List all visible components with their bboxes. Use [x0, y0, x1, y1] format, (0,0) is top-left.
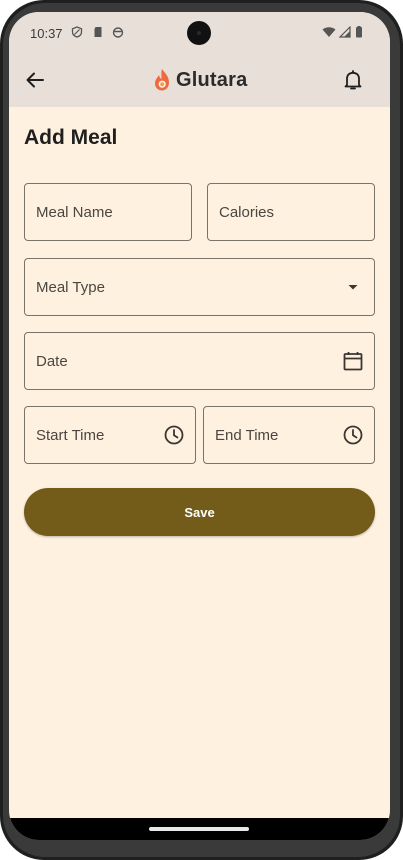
app-notification-icon	[112, 27, 124, 38]
clock-icon[interactable]	[341, 423, 365, 447]
system-navigation-bar	[9, 818, 390, 840]
end-time-field[interactable]: End Time	[203, 406, 375, 464]
flame-logo-icon	[155, 69, 169, 91]
meal-type-label: Meal Type	[36, 279, 105, 296]
save-button-label: Save	[184, 504, 215, 520]
device-frame: 10:37 Glutara Add Meal Meal Name Calorie…	[0, 0, 403, 860]
home-gesture-handle[interactable]	[149, 827, 249, 831]
calendar-icon[interactable]	[341, 349, 365, 373]
battery-icon	[356, 26, 362, 38]
save-button[interactable]: Save	[24, 488, 375, 536]
app-bar: Glutara	[9, 52, 390, 107]
screen: 10:37 Glutara Add Meal Meal Name Calorie…	[9, 12, 390, 840]
status-time: 10:37	[30, 26, 63, 41]
meal-name-label: Meal Name	[36, 204, 113, 221]
cell-signal-icon	[339, 26, 351, 38]
dropdown-arrow-icon	[348, 285, 358, 290]
date-label: Date	[36, 353, 68, 370]
brand-logo: Glutara	[152, 67, 247, 93]
date-field[interactable]: Date	[24, 332, 375, 390]
end-time-label: End Time	[215, 427, 279, 444]
start-time-field[interactable]: Start Time	[24, 406, 196, 464]
page-title: Add Meal	[24, 126, 118, 149]
add-meal-form: Add Meal Meal Name Calories Meal Type Da…	[9, 107, 390, 840]
status-bar: 10:37	[9, 12, 390, 52]
brand-name: Glutara	[176, 68, 248, 91]
front-camera	[187, 21, 211, 45]
calories-field[interactable]: Calories	[207, 183, 375, 241]
shield-icon	[71, 26, 83, 38]
bell-icon[interactable]	[341, 68, 365, 92]
clock-icon[interactable]	[162, 423, 186, 447]
sd-card-icon	[94, 27, 102, 37]
meal-type-dropdown[interactable]: Meal Type	[24, 258, 375, 316]
wifi-icon	[322, 27, 336, 37]
start-time-label: Start Time	[36, 427, 105, 444]
calories-label: Calories	[219, 204, 275, 221]
back-arrow-icon[interactable]	[23, 68, 47, 92]
meal-name-field[interactable]: Meal Name	[24, 183, 192, 241]
